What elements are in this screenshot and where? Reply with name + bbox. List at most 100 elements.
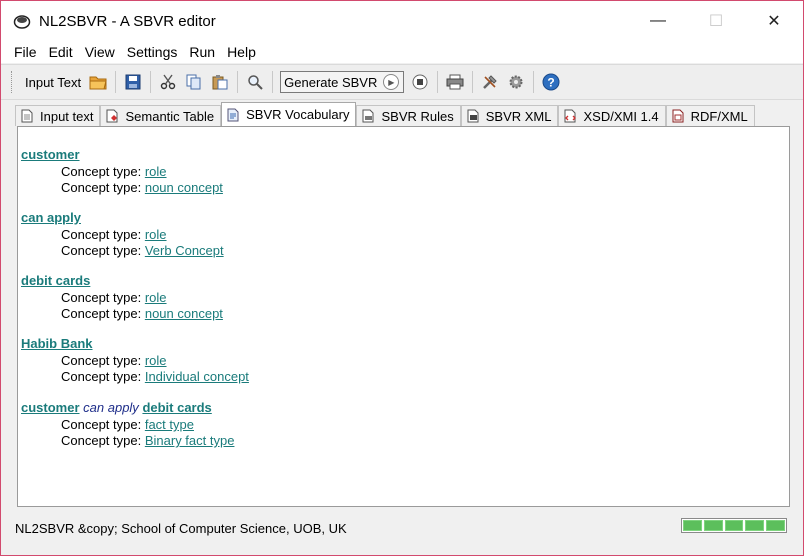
gear-icon[interactable] [505, 71, 527, 93]
term-link[interactable]: customer [21, 147, 80, 162]
app-icon [13, 15, 31, 29]
paste-icon[interactable] [209, 71, 231, 93]
copy-icon[interactable] [183, 71, 205, 93]
concept-type-link[interactable]: role [145, 164, 167, 179]
vocabulary-entry: Habib Bank [21, 336, 93, 351]
search-icon[interactable] [244, 71, 266, 93]
concept-type-link[interactable]: role [145, 353, 167, 368]
fact-type-entry: customer can apply debit cards [21, 400, 212, 415]
table-document-icon [106, 109, 120, 124]
concept-type-row: Concept type: Individual concept [61, 369, 249, 384]
menu-help[interactable]: Help [221, 44, 262, 60]
fact-object-link[interactable]: debit cards [142, 400, 211, 415]
concept-type-row: Concept type: role [61, 290, 167, 305]
fact-subject-link[interactable]: customer [21, 400, 80, 415]
help-icon[interactable]: ? [540, 71, 562, 93]
app-window: NL2SBVR - A SBVR editor — ☐ ✕ File Edit … [0, 0, 804, 556]
vocabulary-entry: customer [21, 147, 80, 162]
term-link[interactable]: can apply [21, 210, 81, 225]
tab-sbvr-xml[interactable]: SBVR XML [460, 105, 559, 126]
concept-type-link[interactable]: role [145, 227, 167, 242]
concept-type-link[interactable]: Binary fact type [145, 433, 235, 448]
concept-type-link[interactable]: fact type [145, 417, 194, 432]
toolbar: Input Text Generate SBVR ▶ ? [1, 64, 803, 100]
document-icon [21, 109, 35, 124]
concept-type-label: Concept type: [61, 243, 142, 258]
toolbar-grip[interactable] [11, 71, 15, 93]
menu-bar: File Edit View Settings Run Help [1, 41, 803, 63]
tab-input-text[interactable]: Input text [15, 105, 101, 126]
concept-type-label: Concept type: [61, 353, 142, 368]
generate-sbvr-label: Generate SBVR [284, 74, 378, 90]
vocabulary-entry: debit cards [21, 273, 90, 288]
cut-icon[interactable] [157, 71, 179, 93]
menu-settings[interactable]: Settings [121, 44, 184, 60]
concept-type-label: Concept type: [61, 417, 142, 432]
concept-type-label: Concept type: [61, 227, 142, 242]
rdf-icon [672, 109, 686, 124]
menu-view[interactable]: View [79, 44, 121, 60]
close-button[interactable]: ✕ [745, 1, 803, 41]
tab-label: Input text [40, 108, 94, 124]
concept-type-row: Concept type: role [61, 164, 167, 179]
vocabulary-panel: customer Concept type: role Concept type… [17, 126, 790, 507]
menu-run[interactable]: Run [183, 44, 221, 60]
xsd-icon [564, 109, 578, 124]
concept-type-label: Concept type: [61, 164, 142, 179]
vocabulary-entry: can apply [21, 210, 81, 225]
window-title: NL2SBVR - A SBVR editor [39, 12, 216, 30]
tab-label: SBVR XML [485, 108, 552, 124]
menu-edit[interactable]: Edit [43, 44, 79, 60]
concept-type-link[interactable]: Verb Concept [145, 243, 224, 258]
stop-icon[interactable] [409, 71, 431, 93]
maximize-button[interactable]: ☐ [687, 1, 745, 41]
progress-segment [766, 520, 785, 531]
toolbar-separator [472, 71, 474, 93]
tab-xsd-xmi[interactable]: XSD/XMI 1.4 [558, 105, 666, 126]
concept-type-row: Concept type: noun concept [61, 180, 223, 195]
progress-bar [681, 518, 787, 533]
vocabulary-icon [227, 107, 241, 122]
concept-type-label: Concept type: [61, 369, 142, 384]
concept-type-label: Concept type: [61, 290, 142, 305]
concept-type-link[interactable]: role [145, 290, 167, 305]
fact-verb: can apply [83, 400, 139, 415]
tab-label: XSD/XMI 1.4 [583, 108, 659, 124]
open-folder-icon[interactable] [87, 71, 109, 93]
window-controls: — ☐ ✕ [629, 1, 803, 41]
menu-file[interactable]: File [8, 44, 43, 60]
concept-type-row: Concept type: role [61, 227, 167, 242]
tab-sbvr-rules[interactable]: SBVR Rules [356, 105, 461, 126]
toolbar-separator [533, 71, 535, 93]
concept-type-label: Concept type: [61, 306, 142, 321]
concept-type-link[interactable]: noun concept [145, 180, 223, 195]
tab-semantic-table[interactable]: Semantic Table [100, 105, 222, 126]
play-icon: ▶ [383, 74, 400, 90]
concept-type-row: Concept type: Verb Concept [61, 243, 224, 258]
xml-icon [467, 109, 481, 124]
rules-icon [362, 109, 376, 124]
print-icon[interactable] [444, 71, 466, 93]
concept-type-label: Concept type: [61, 180, 142, 195]
minimize-button[interactable]: — [629, 1, 687, 41]
progress-segment [703, 520, 723, 531]
concept-type-label: Concept type: [61, 433, 142, 448]
toolbar-separator [237, 71, 239, 93]
title-bar: NL2SBVR - A SBVR editor — ☐ ✕ [1, 1, 803, 41]
tab-label: RDF/XML [690, 108, 748, 124]
tools-icon[interactable] [479, 71, 501, 93]
tab-sbvr-vocabulary[interactable]: SBVR Vocabulary [221, 102, 357, 126]
concept-type-link[interactable]: noun concept [145, 306, 223, 321]
term-link[interactable]: debit cards [21, 273, 90, 288]
save-icon[interactable] [122, 71, 144, 93]
progress-segment [745, 520, 765, 531]
concept-type-link[interactable]: Individual concept [145, 369, 249, 384]
term-link[interactable]: Habib Bank [21, 336, 93, 351]
status-text: NL2SBVR &copy; School of Computer Scienc… [15, 520, 347, 536]
tab-label: Semantic Table [125, 108, 215, 124]
toolbar-separator [150, 71, 152, 93]
input-text-button[interactable]: Input Text [21, 75, 85, 90]
tab-rdf-xml[interactable]: RDF/XML [665, 105, 755, 126]
generate-sbvr-button[interactable]: Generate SBVR ▶ [280, 71, 405, 93]
toolbar-separator [272, 71, 274, 93]
